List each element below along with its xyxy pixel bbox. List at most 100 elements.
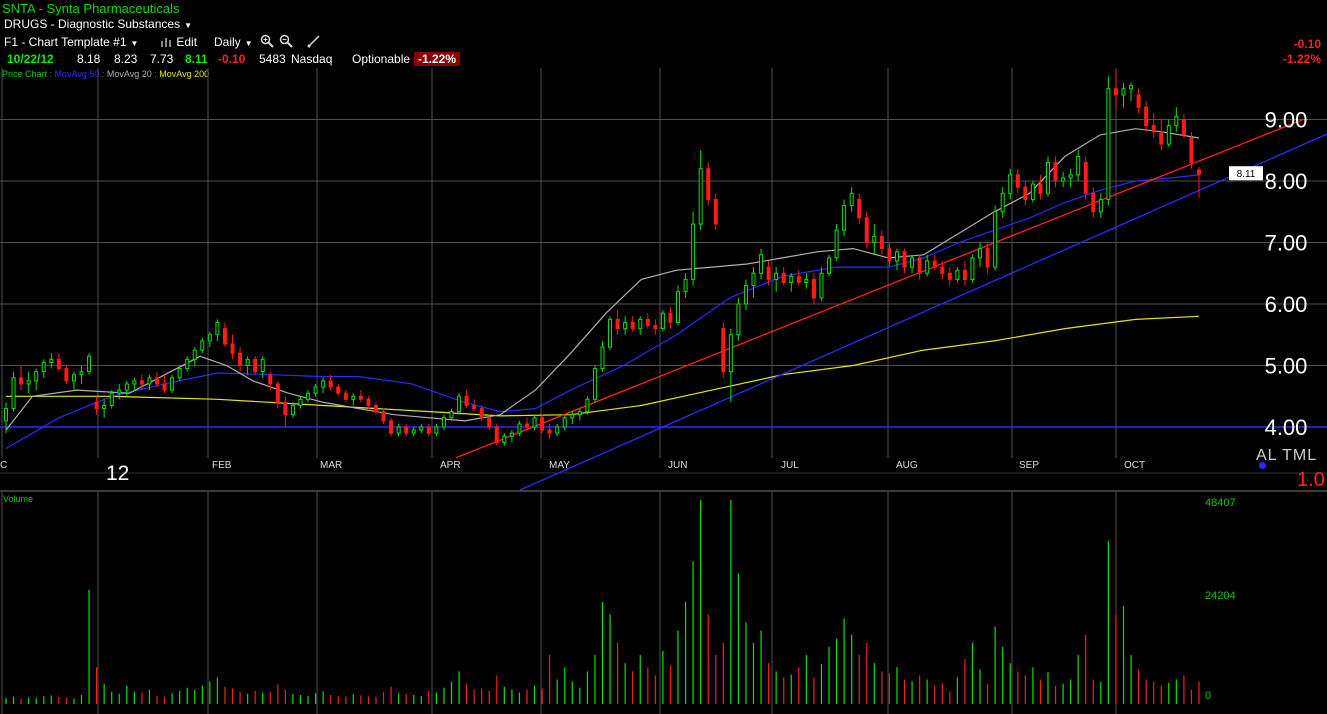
candle-body bbox=[804, 278, 809, 283]
candle-body bbox=[49, 358, 54, 363]
candle-body bbox=[864, 217, 869, 243]
candle-body bbox=[419, 426, 424, 431]
candle-body bbox=[147, 377, 152, 385]
candle-body bbox=[253, 358, 258, 373]
candle-body bbox=[608, 318, 613, 348]
year-label: 12 bbox=[106, 462, 130, 485]
candle-body bbox=[472, 404, 477, 410]
candle-body bbox=[721, 328, 726, 373]
price-tick-label: 7.00 bbox=[1265, 231, 1308, 256]
candle-body bbox=[373, 404, 378, 413]
candle-body bbox=[64, 368, 69, 382]
candle-body bbox=[849, 192, 854, 207]
candle-body bbox=[660, 312, 665, 330]
candle-body bbox=[827, 257, 832, 274]
candle-body bbox=[872, 235, 877, 244]
candle-body bbox=[275, 383, 280, 403]
candle-body bbox=[19, 377, 24, 385]
candle-body bbox=[1053, 162, 1058, 182]
candle-body bbox=[434, 426, 439, 434]
candle-body bbox=[562, 417, 567, 428]
candle-body bbox=[834, 229, 839, 259]
candle-body bbox=[1106, 88, 1111, 200]
candle-body bbox=[902, 251, 907, 268]
candle-body bbox=[1008, 174, 1013, 194]
month-tick-label: APR bbox=[440, 460, 461, 471]
grid-lines bbox=[0, 68, 1327, 492]
price-tick-label: 4.00 bbox=[1265, 415, 1308, 440]
candle-body bbox=[1159, 131, 1164, 145]
volume-tick-label: 0 bbox=[1205, 690, 1211, 702]
candle-body bbox=[570, 414, 575, 419]
candle-body bbox=[1038, 183, 1043, 194]
candle-body bbox=[260, 358, 265, 373]
candle-body bbox=[532, 417, 537, 428]
candle-body bbox=[743, 285, 748, 305]
candle-body bbox=[94, 401, 99, 410]
candle-body bbox=[200, 340, 205, 351]
volume-bars bbox=[5, 500, 1200, 704]
candle-body bbox=[759, 254, 764, 274]
candle-body bbox=[222, 328, 227, 345]
candle-body bbox=[1151, 125, 1156, 133]
candle-body bbox=[1061, 177, 1066, 182]
al-tml-value: 1.0 bbox=[1297, 469, 1325, 491]
candle-body bbox=[177, 368, 182, 379]
candle-body bbox=[321, 380, 326, 388]
candle-body bbox=[328, 380, 333, 388]
status-dot bbox=[1259, 462, 1266, 469]
candle-body bbox=[1136, 94, 1141, 108]
month-tick-label: MAY bbox=[549, 460, 570, 471]
candle-body bbox=[1000, 192, 1005, 213]
candle-body bbox=[426, 426, 431, 434]
candle-body bbox=[215, 321, 220, 336]
candle-body bbox=[132, 380, 137, 385]
candle-body bbox=[766, 266, 771, 280]
candle-body bbox=[879, 235, 884, 250]
candle-body bbox=[102, 404, 107, 410]
candle-body bbox=[238, 352, 243, 367]
candle-body bbox=[789, 275, 794, 283]
candle-body bbox=[925, 260, 930, 274]
volume-grid bbox=[1, 492, 1117, 714]
candle-body bbox=[124, 383, 129, 391]
candle-body bbox=[736, 303, 741, 336]
price-chart[interactable]: 4.00 5.00 6.00 7.00 8.00 9.00 C FEB MAR APR MAY JUN… bbox=[0, 0, 1327, 714]
candle-body bbox=[691, 223, 696, 280]
candle-body bbox=[1174, 115, 1179, 127]
candle-body bbox=[781, 272, 786, 283]
candle-body bbox=[457, 395, 462, 413]
moving-averages bbox=[5, 128, 1200, 450]
candle-body bbox=[117, 389, 122, 394]
month-tick-label: AUG bbox=[896, 460, 918, 471]
candle-body bbox=[396, 426, 401, 434]
candle-body bbox=[404, 426, 409, 434]
candle-body bbox=[842, 205, 847, 231]
candle-body bbox=[41, 361, 46, 373]
candle-body bbox=[638, 318, 643, 330]
trendline-red bbox=[455, 118, 1304, 459]
candle-body bbox=[411, 429, 416, 434]
candle-body bbox=[449, 411, 454, 419]
candle-body bbox=[713, 198, 718, 225]
candle-body bbox=[464, 395, 469, 406]
candle-body bbox=[26, 380, 31, 385]
candle-body bbox=[796, 275, 801, 283]
candle-body bbox=[381, 411, 386, 422]
candle-body bbox=[1144, 106, 1149, 127]
candle-body bbox=[540, 417, 545, 431]
candle-body bbox=[487, 417, 492, 428]
month-tick-label: SEP bbox=[1019, 460, 1039, 471]
trendline-blue bbox=[519, 133, 1327, 491]
candle-body bbox=[1197, 169, 1201, 175]
price-tick-label: 5.00 bbox=[1265, 354, 1308, 379]
candle-body bbox=[1076, 155, 1081, 176]
candle-body bbox=[306, 392, 311, 400]
candle-body bbox=[728, 334, 733, 373]
candle-body bbox=[4, 408, 8, 422]
candle-body bbox=[517, 423, 522, 434]
candle-body bbox=[623, 321, 628, 330]
candle-body bbox=[706, 168, 711, 200]
candle-body bbox=[1189, 137, 1194, 164]
candle-body bbox=[192, 349, 197, 360]
